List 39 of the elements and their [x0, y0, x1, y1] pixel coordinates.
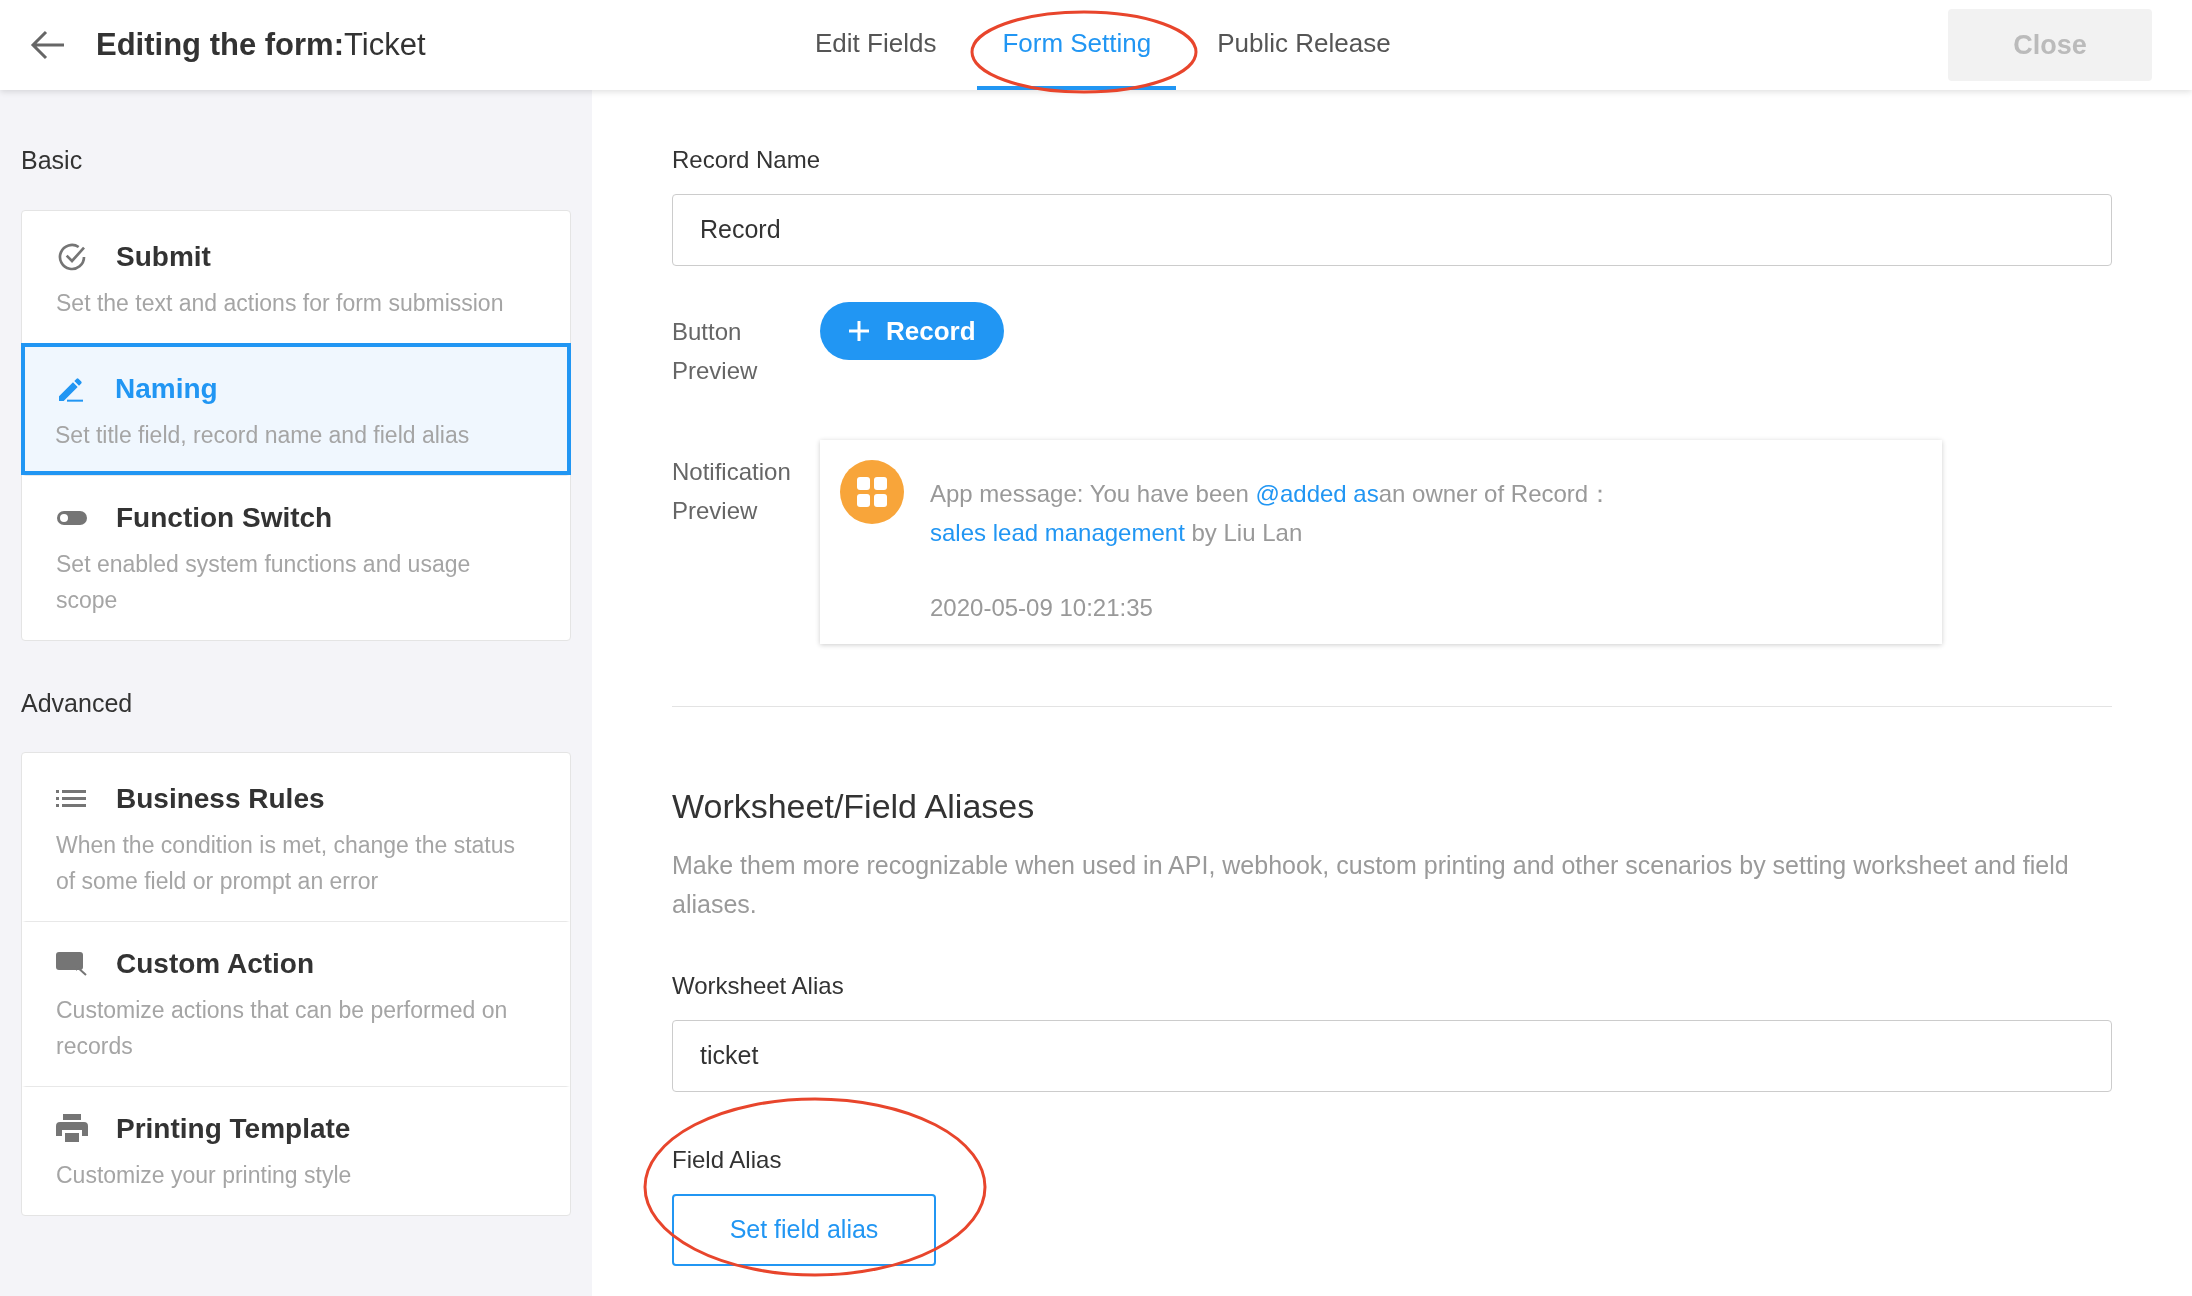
field-label: Record Name: [672, 145, 822, 175]
settings-item[interactable]: Printing Template Customize your printing style: [22, 1086, 570, 1215]
worksheet-alias-input[interactable]: ticket: [672, 1020, 2112, 1092]
printer-icon: [56, 1114, 88, 1144]
field-label: Field Alias: [672, 1145, 783, 1175]
item-title: Naming: [115, 371, 218, 406]
settings-item[interactable]: Submit Set the text and actions for form submission: [22, 210, 570, 343]
item-title: Submit: [116, 239, 211, 274]
form-title: Editing the form:Ticket: [96, 25, 427, 64]
item-description: Customize actions that can be performed on records: [56, 996, 509, 1061]
tab[interactable]: Public Release: [1192, 0, 1416, 90]
toggle-icon: [56, 508, 88, 527]
list-icon: [56, 788, 86, 810]
settings-item[interactable]: Function Switch Set enabled system functions and usage scope: [22, 474, 570, 640]
section-description: Make them more recognizable when used in API, webhook, custom printing and other scenarios by setting worksheet and field aliases.: [672, 850, 2070, 920]
item-description: Set title field, record name and field alias: [55, 420, 471, 450]
section-title: Worksheet/Field Aliases: [672, 786, 1036, 827]
notification-time: 2020-05-09 10:21:35: [930, 593, 1154, 623]
tab[interactable]: Edit Fields: [790, 0, 962, 90]
group-heading: Basic: [21, 145, 84, 176]
item-title: Custom Action: [116, 947, 315, 981]
group-heading: Advanced: [21, 687, 134, 719]
settings-item[interactable]: Business Rules When the condition is met, change the status of some field or prompt an error: [22, 753, 570, 921]
item-title: Printing Template: [116, 1112, 351, 1146]
item-description: Customize your printing style: [56, 1161, 353, 1190]
item-description: Set the text and actions for form submission: [56, 288, 505, 318]
field-label: Notification Preview: [672, 457, 792, 526]
settings-item[interactable]: Custom Action Customize actions that can be performed on records: [22, 921, 570, 1086]
field-label: Button Preview: [672, 317, 759, 386]
field-label: Worksheet Alias: [672, 971, 845, 1001]
item-description: When the condition is met, change the status of some field or prompt an error: [56, 831, 516, 896]
item-title: Function Switch: [116, 500, 333, 535]
item-title: Business Rules: [116, 782, 325, 816]
item-description: Set enabled system functions and usage scope: [56, 549, 472, 615]
window-cursor-icon: [56, 952, 88, 976]
notification-message: App message: You have been @added asan owner of Record： sales lead management by Liu Lan: [930, 479, 1614, 548]
record-name-input[interactable]: Record: [672, 194, 2112, 266]
plus-icon: [848, 320, 870, 342]
back-arrow-icon[interactable]: [30, 30, 66, 60]
